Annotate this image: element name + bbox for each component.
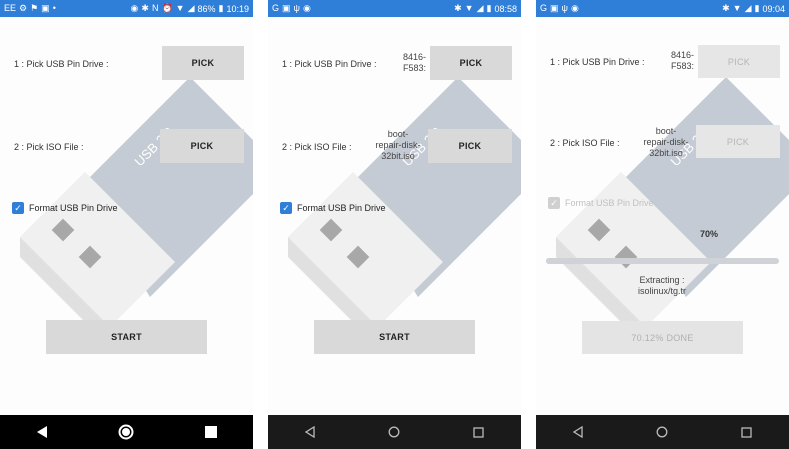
pick-iso-button[interactable]: PICK	[428, 129, 512, 163]
status-bar: EE ⚙ ⚑ ▣ • ◉ ✱ N ⏰ ▼ ◢ 86% ▮ 10:19	[0, 0, 253, 17]
pick-iso-button[interactable]: PICK	[696, 125, 780, 158]
notification-icon: ▣	[41, 3, 50, 13]
signal-icon: ◢	[187, 3, 195, 13]
format-usb-label: Format USB Pin Drive	[297, 203, 386, 213]
status-bar: G ▣ ψ ◉ ✱ ▼ ◢ ▮ 09:04	[536, 0, 789, 17]
navigation-bar	[268, 415, 521, 449]
pick-iso-label: 2 : Pick ISO File :	[14, 142, 84, 152]
navigation-bar	[0, 415, 253, 449]
recents-square-icon[interactable]	[196, 417, 226, 447]
pick-usb-label: 1 : Pick USB Pin Drive :	[282, 59, 377, 69]
signal-icon: ◢	[744, 3, 752, 13]
battery-icon: ▮	[218, 3, 224, 13]
format-usb-label: Format USB Pin Drive	[29, 203, 118, 213]
signal-icon: ◢	[476, 3, 484, 13]
pick-usb-button[interactable]: PICK	[162, 46, 244, 80]
wifi-icon: ▼	[732, 3, 742, 13]
phone-screen-2: G ▣ ψ ◉ ✱ ▼ ◢ ▮ 08:58 USB 3.0 1 : Pick U…	[268, 0, 521, 449]
status-time: 10:19	[226, 3, 249, 14]
status-time: 09:04	[762, 3, 785, 14]
usb-icon: ψ	[293, 3, 300, 13]
format-usb-checkbox-row[interactable]: ✓ Format USB Pin Drive	[12, 202, 118, 214]
battery-percent: 86%	[197, 3, 216, 14]
usb-drive-value: 8416- F583:	[670, 50, 694, 71]
pick-iso-label: 2 : Pick ISO File :	[282, 142, 352, 152]
settings-icon: ⚙	[19, 3, 28, 13]
google-icon: G	[272, 3, 280, 13]
format-usb-checkbox-row[interactable]: ✓ Format USB Pin Drive	[280, 202, 386, 214]
status-time: 08:58	[494, 3, 517, 14]
checkbox-checked-icon[interactable]: ✓	[12, 202, 24, 214]
google-icon: G	[540, 3, 548, 13]
wifi-icon: ▼	[464, 3, 474, 13]
battery-icon: ▮	[486, 3, 492, 13]
pick-iso-label: 2 : Pick ISO File :	[550, 138, 620, 148]
home-circle-icon[interactable]	[647, 417, 677, 447]
image-icon: ▣	[282, 3, 291, 13]
checkbox-checked-icon[interactable]: ✓	[548, 197, 560, 209]
pick-iso-button[interactable]: PICK	[160, 129, 244, 163]
navigation-bar	[536, 415, 789, 449]
iso-file-value: boot- repair-disk- 32bit.iso	[375, 129, 421, 161]
extracting-status-text: Extracting : isolinux/tg.tr	[637, 275, 687, 296]
home-circle-icon[interactable]	[379, 417, 409, 447]
phone-screen-3: G ▣ ψ ◉ ✱ ▼ ◢ ▮ 09:04 USB 3.0 1 : Pick U…	[536, 0, 789, 449]
back-triangle-icon[interactable]	[563, 417, 593, 447]
notification-ee-icon: EE	[4, 3, 17, 13]
battery-icon: ▮	[754, 3, 760, 13]
nfc-icon: N	[151, 3, 159, 13]
app-icon: ◉	[570, 3, 579, 13]
recents-square-icon[interactable]	[732, 417, 762, 447]
phone-screen-1: EE ⚙ ⚑ ▣ • ◉ ✱ N ⏰ ▼ ◢ 86% ▮ 10:19 USB 3…	[0, 0, 253, 449]
format-usb-checkbox-row[interactable]: ✓ Format USB Pin Drive	[548, 197, 654, 209]
bluetooth-icon: ✱	[722, 3, 730, 13]
wifi-icon: ▼	[175, 3, 185, 13]
image-icon: ▣	[550, 3, 559, 13]
usb-icon: ψ	[561, 3, 568, 13]
home-circle-icon[interactable]	[111, 417, 141, 447]
progress-done-button[interactable]: 70.12% DONE	[582, 321, 743, 354]
iso-file-value: boot- repair-disk- 32bit.iso	[643, 126, 689, 158]
app-icon: ◉	[302, 3, 311, 13]
more-dots-icon: •	[52, 3, 56, 13]
location-icon: ◉	[130, 3, 139, 13]
start-button[interactable]: START	[314, 320, 475, 354]
bluetooth-icon: ✱	[454, 3, 462, 13]
pick-usb-button[interactable]: PICK	[430, 46, 512, 80]
format-usb-label: Format USB Pin Drive	[565, 198, 654, 208]
pick-usb-label: 1 : Pick USB Pin Drive :	[14, 59, 109, 69]
progress-percent: 70%	[700, 229, 719, 239]
progress-fill	[546, 258, 710, 264]
back-triangle-icon[interactable]	[27, 417, 57, 447]
checkbox-checked-icon[interactable]: ✓	[280, 202, 292, 214]
pick-usb-label: 1 : Pick USB Pin Drive :	[550, 57, 645, 67]
flag-icon: ⚑	[30, 3, 39, 13]
pick-usb-button[interactable]: PICK	[698, 45, 780, 78]
alarm-icon: ⏰	[161, 3, 173, 13]
progress-bar	[546, 258, 779, 264]
start-button[interactable]: START	[46, 320, 207, 354]
bluetooth-icon: ✱	[141, 3, 149, 13]
status-bar: G ▣ ψ ◉ ✱ ▼ ◢ ▮ 08:58	[268, 0, 521, 17]
back-triangle-icon[interactable]	[295, 417, 325, 447]
usb-drive-value: 8416- F583:	[402, 52, 426, 73]
recents-square-icon[interactable]	[464, 417, 494, 447]
